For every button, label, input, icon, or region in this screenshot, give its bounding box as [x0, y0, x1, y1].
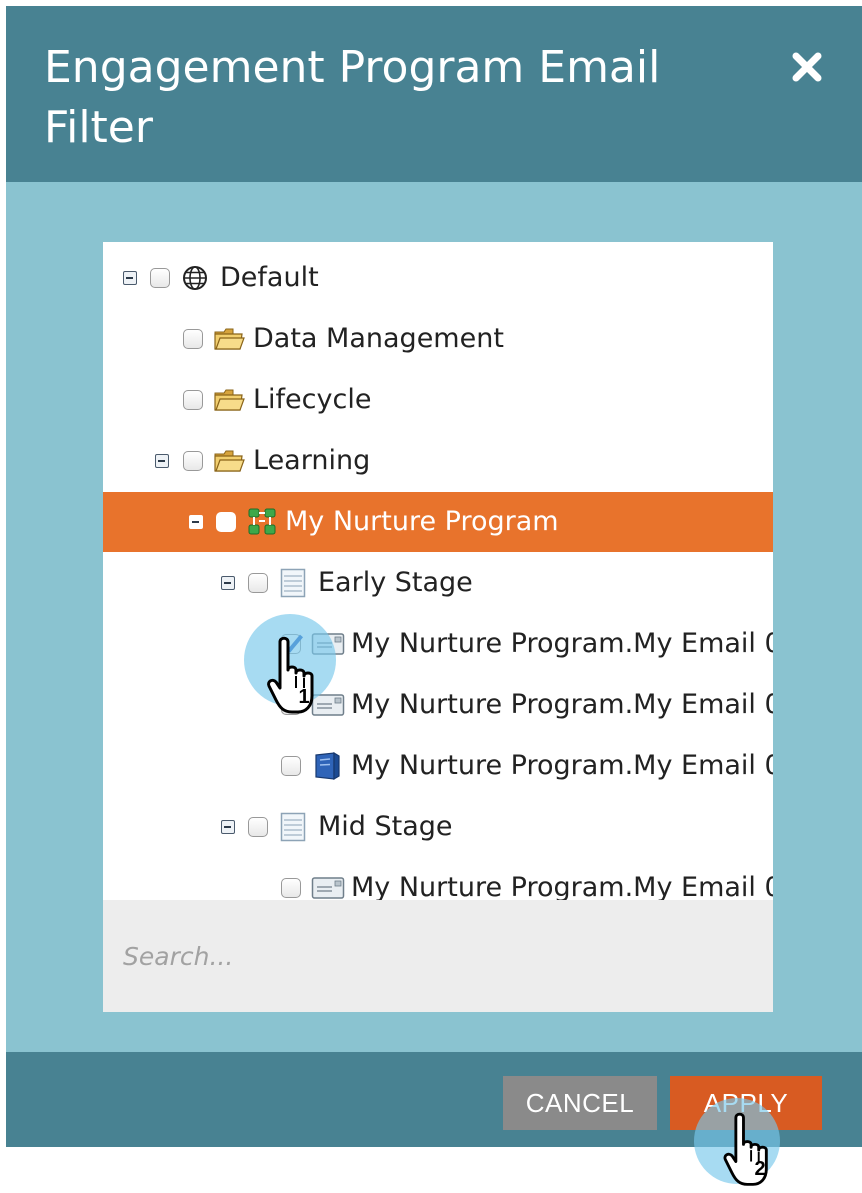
tree-item-label: My Nurture Program.My Email 0: [351, 628, 773, 659]
tree-checkbox[interactable]: [281, 858, 301, 900]
collapse-icon[interactable]: [221, 797, 235, 857]
dialog-header: Engagement Program Email Filter: [6, 6, 862, 182]
folder-icon: [213, 309, 245, 369]
tree-panel: Default Data Management Lifecycle Learni…: [103, 242, 773, 1012]
tree-item-learning[interactable]: Learning: [103, 431, 773, 491]
tree-checkbox[interactable]: [281, 736, 301, 796]
tree-checkbox[interactable]: [248, 797, 268, 857]
tree-checkbox[interactable]: [183, 370, 203, 430]
tree-item-email-1[interactable]: My Nurture Program.My Email 0: [103, 614, 773, 674]
folder-icon: [213, 431, 245, 491]
tree-item-label: My Nurture Program: [285, 506, 559, 537]
tree-item-mid-stage[interactable]: Mid Stage: [103, 797, 773, 857]
tree-item-email-3[interactable]: My Nurture Program.My Email 0: [103, 736, 773, 796]
tree-item-early-stage[interactable]: Early Stage: [103, 553, 773, 613]
step-number-2: 2: [754, 1158, 766, 1180]
tree-item-data-management[interactable]: Data Management: [103, 309, 773, 369]
tree-checkbox[interactable]: [150, 248, 170, 308]
tree-item-label: Early Stage: [318, 567, 473, 598]
tree-checkbox[interactable]: [183, 309, 203, 369]
tree-item-label: Data Management: [253, 323, 504, 354]
tree-item-email-4[interactable]: My Nurture Program.My Email 0: [103, 858, 773, 900]
tree-checkbox[interactable]: [248, 553, 268, 613]
tree-checkbox[interactable]: [216, 492, 236, 552]
search-area: [103, 900, 773, 1012]
collapse-icon[interactable]: [123, 248, 137, 308]
stream-icon: [280, 553, 306, 613]
globe-icon: [182, 248, 208, 308]
search-input[interactable]: [103, 900, 773, 1012]
tree-checkbox[interactable]: [183, 431, 203, 491]
dialog-title: Engagement Program Email Filter: [44, 42, 661, 153]
tree-item-lifecycle[interactable]: Lifecycle: [103, 370, 773, 430]
close-icon[interactable]: [790, 50, 824, 84]
tree-item-label: My Nurture Program.My Email 0: [351, 689, 773, 720]
tree-item-label: Mid Stage: [318, 811, 453, 842]
collapse-icon[interactable]: [221, 553, 235, 613]
program-icon: [313, 736, 341, 796]
tree-item-default[interactable]: Default: [103, 248, 773, 308]
step-number-1: 1: [298, 686, 310, 708]
collapse-icon[interactable]: [189, 492, 203, 552]
email-icon: [311, 858, 345, 900]
email-filter-dialog: Engagement Program Email Filter Default: [6, 6, 862, 1147]
tree-item-label: Default: [220, 262, 319, 293]
cancel-button[interactable]: CANCEL: [503, 1076, 657, 1130]
nurture-program-icon: [247, 492, 279, 552]
tree-item-label: Lifecycle: [253, 384, 372, 415]
tree-item-label: My Nurture Program.My Email 0: [351, 872, 773, 900]
tree-item-email-2[interactable]: My Nurture Program.My Email 0: [103, 675, 773, 735]
tree-item-my-nurture-program[interactable]: My Nurture Program: [103, 492, 773, 552]
collapse-icon[interactable]: [155, 431, 169, 491]
program-tree: Default Data Management Lifecycle Learni…: [103, 242, 773, 900]
tree-item-label: My Nurture Program.My Email 0: [351, 750, 773, 781]
folder-icon: [213, 370, 245, 430]
stream-icon: [280, 797, 306, 857]
tree-item-label: Learning: [253, 445, 371, 476]
